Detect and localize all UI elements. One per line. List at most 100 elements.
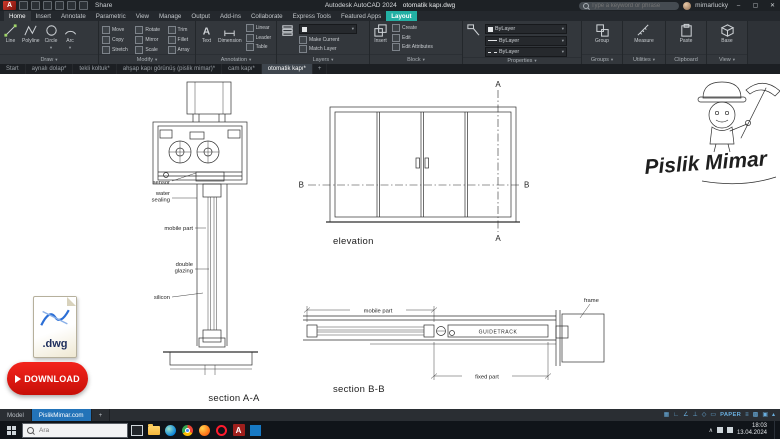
maximize-button[interactable]: ▢: [749, 0, 762, 11]
panel-label-modify[interactable]: Modify▾: [99, 54, 195, 64]
file-tab-otomatik-kapi[interactable]: otomatik kapı*: [262, 64, 313, 74]
customization-menu-icon[interactable]: ▴: [772, 412, 775, 418]
help-search-input[interactable]: [591, 3, 675, 9]
osnap-icon[interactable]: ▭: [710, 412, 716, 418]
undo-icon[interactable]: [67, 1, 76, 10]
ribbon-tab-insert[interactable]: Insert: [31, 11, 56, 21]
show-desktop-button[interactable]: [774, 421, 777, 439]
arc-tool-button[interactable]: Arc ▾: [63, 23, 78, 50]
ribbon-tab-featured-apps[interactable]: Featured Apps: [336, 11, 386, 21]
task-view-button[interactable]: [128, 421, 145, 439]
model-tab[interactable]: Model: [0, 409, 32, 421]
panel-label-groups[interactable]: Groups▾: [582, 54, 622, 64]
new-file-icon[interactable]: [19, 1, 28, 10]
trim-tool-button[interactable]: Trim: [168, 26, 192, 34]
file-explorer-button[interactable]: [145, 421, 162, 439]
user-name[interactable]: mimarlucky: [695, 2, 728, 9]
grid-icon[interactable]: ▦: [664, 412, 670, 418]
drawing-canvas[interactable]: sensor water sealing mobile part double …: [0, 74, 780, 409]
autocad-logo[interactable]: A: [3, 1, 16, 10]
scale-tool-button[interactable]: Scale: [135, 46, 162, 54]
group-button[interactable]: Group: [595, 23, 610, 44]
make-current-button[interactable]: Make Current: [299, 36, 357, 44]
line-tool-button[interactable]: Line: [3, 23, 18, 44]
fillet-tool-button[interactable]: Fillet: [168, 36, 192, 44]
ribbon-tab-manage[interactable]: Manage: [154, 11, 186, 21]
paper-space-toggle[interactable]: PAPER: [720, 412, 741, 418]
help-search-box[interactable]: [579, 2, 679, 10]
linear-dimension-button[interactable]: Linear: [246, 24, 272, 32]
ribbon-tab-collaborate[interactable]: Collaborate: [246, 11, 288, 21]
panel-label-block[interactable]: Block▾: [370, 54, 462, 64]
file-tab-aynali-dolap[interactable]: aynalı dolap*: [26, 64, 74, 74]
user-avatar[interactable]: [683, 2, 691, 10]
text-tool-button[interactable]: A Text: [199, 23, 214, 44]
panel-label-properties[interactable]: Properties▾: [463, 57, 581, 64]
ribbon-tab-output[interactable]: Output: [186, 11, 215, 21]
open-file-icon[interactable]: [31, 1, 40, 10]
annotation-scale-icon[interactable]: ▣: [762, 412, 768, 418]
panel-label-view[interactable]: View▾: [707, 54, 747, 64]
taskbar-search-box[interactable]: [22, 423, 128, 438]
save-icon[interactable]: [43, 1, 52, 10]
mirror-tool-button[interactable]: Mirror: [135, 36, 162, 44]
array-tool-button[interactable]: Array: [168, 46, 192, 54]
edit-block-button[interactable]: Edit: [392, 34, 433, 42]
panel-label-utilities[interactable]: Utilities▾: [623, 54, 665, 64]
stretch-tool-button[interactable]: Stretch: [102, 46, 130, 54]
lineweight-dropdown[interactable]: ByLayer▾: [485, 36, 567, 46]
table-button[interactable]: Table: [246, 43, 272, 51]
chrome-button[interactable]: [179, 421, 196, 439]
taskbar-search-input[interactable]: [37, 426, 123, 435]
opera-button[interactable]: [213, 421, 230, 439]
isodraft-icon[interactable]: ◇: [702, 412, 707, 418]
share-button[interactable]: Share: [95, 2, 112, 9]
firefox-button[interactable]: [196, 421, 213, 439]
lineweight-toggle-icon[interactable]: ≡: [745, 412, 749, 418]
edge-button[interactable]: [162, 421, 179, 439]
edit-attributes-button[interactable]: Edit Attributes: [392, 43, 433, 51]
create-block-button[interactable]: Create: [392, 24, 433, 32]
layer-properties-button[interactable]: [280, 23, 295, 38]
measure-button[interactable]: Measure: [634, 23, 653, 44]
circle-tool-button[interactable]: Circle ▾: [44, 23, 59, 50]
panel-label-draw[interactable]: Draw▾: [0, 54, 98, 64]
file-tab-cam-kapi[interactable]: cam kapı*: [222, 64, 262, 74]
minimize-button[interactable]: –: [732, 0, 745, 11]
ribbon-tab-home[interactable]: Home: [4, 11, 31, 21]
insert-block-button[interactable]: Insert: [373, 23, 388, 44]
photos-button[interactable]: [247, 421, 264, 439]
panel-label-layers[interactable]: Layers▾: [277, 54, 369, 64]
download-button[interactable]: DOWNLOAD: [7, 362, 88, 395]
plot-icon[interactable]: [55, 1, 64, 10]
start-button[interactable]: [0, 421, 22, 439]
leader-button[interactable]: Leader: [246, 34, 272, 42]
ribbon-tab-layout[interactable]: Layout: [386, 11, 416, 21]
close-button[interactable]: ✕: [766, 0, 779, 11]
linetype-dropdown[interactable]: ByLayer▾: [485, 47, 567, 57]
layout-tab-pislikmimar[interactable]: PislikMimar.com: [32, 409, 92, 421]
new-layout-button[interactable]: +: [92, 409, 111, 421]
tray-chevron-icon[interactable]: ∧: [709, 427, 713, 434]
transparency-toggle-icon[interactable]: ▩: [753, 412, 759, 418]
ribbon-tab-annotate[interactable]: Annotate: [56, 11, 91, 21]
ortho-icon[interactable]: ⊥: [693, 412, 698, 418]
volume-icon[interactable]: [727, 427, 733, 433]
match-properties-button[interactable]: [466, 23, 481, 38]
ribbon-tab-view[interactable]: View: [131, 11, 154, 21]
panel-label-clipboard[interactable]: Clipboard: [666, 54, 706, 64]
base-view-button[interactable]: Base: [720, 23, 735, 44]
redo-icon[interactable]: [79, 1, 88, 10]
match-layer-button[interactable]: Match Layer: [299, 45, 357, 53]
ribbon-tab-addins[interactable]: Add-ins: [215, 11, 246, 21]
file-tab-ahsap-kapi[interactable]: ahşap kapı görünüş (pislik mimar)*: [117, 64, 222, 74]
network-icon[interactable]: [717, 427, 723, 433]
file-tab-start[interactable]: Start: [0, 64, 26, 74]
polar-tracking-icon[interactable]: ∠: [683, 412, 688, 418]
move-tool-button[interactable]: Move: [102, 26, 130, 34]
ribbon-tab-express-tools[interactable]: Express Tools: [288, 11, 336, 21]
copy-tool-button[interactable]: Copy: [102, 36, 130, 44]
layer-dropdown[interactable]: ▾: [299, 24, 357, 34]
ribbon-tab-parametric[interactable]: Parametric: [91, 11, 131, 21]
file-tab-tekli-koltuk[interactable]: tekli koltuk*: [73, 64, 116, 74]
